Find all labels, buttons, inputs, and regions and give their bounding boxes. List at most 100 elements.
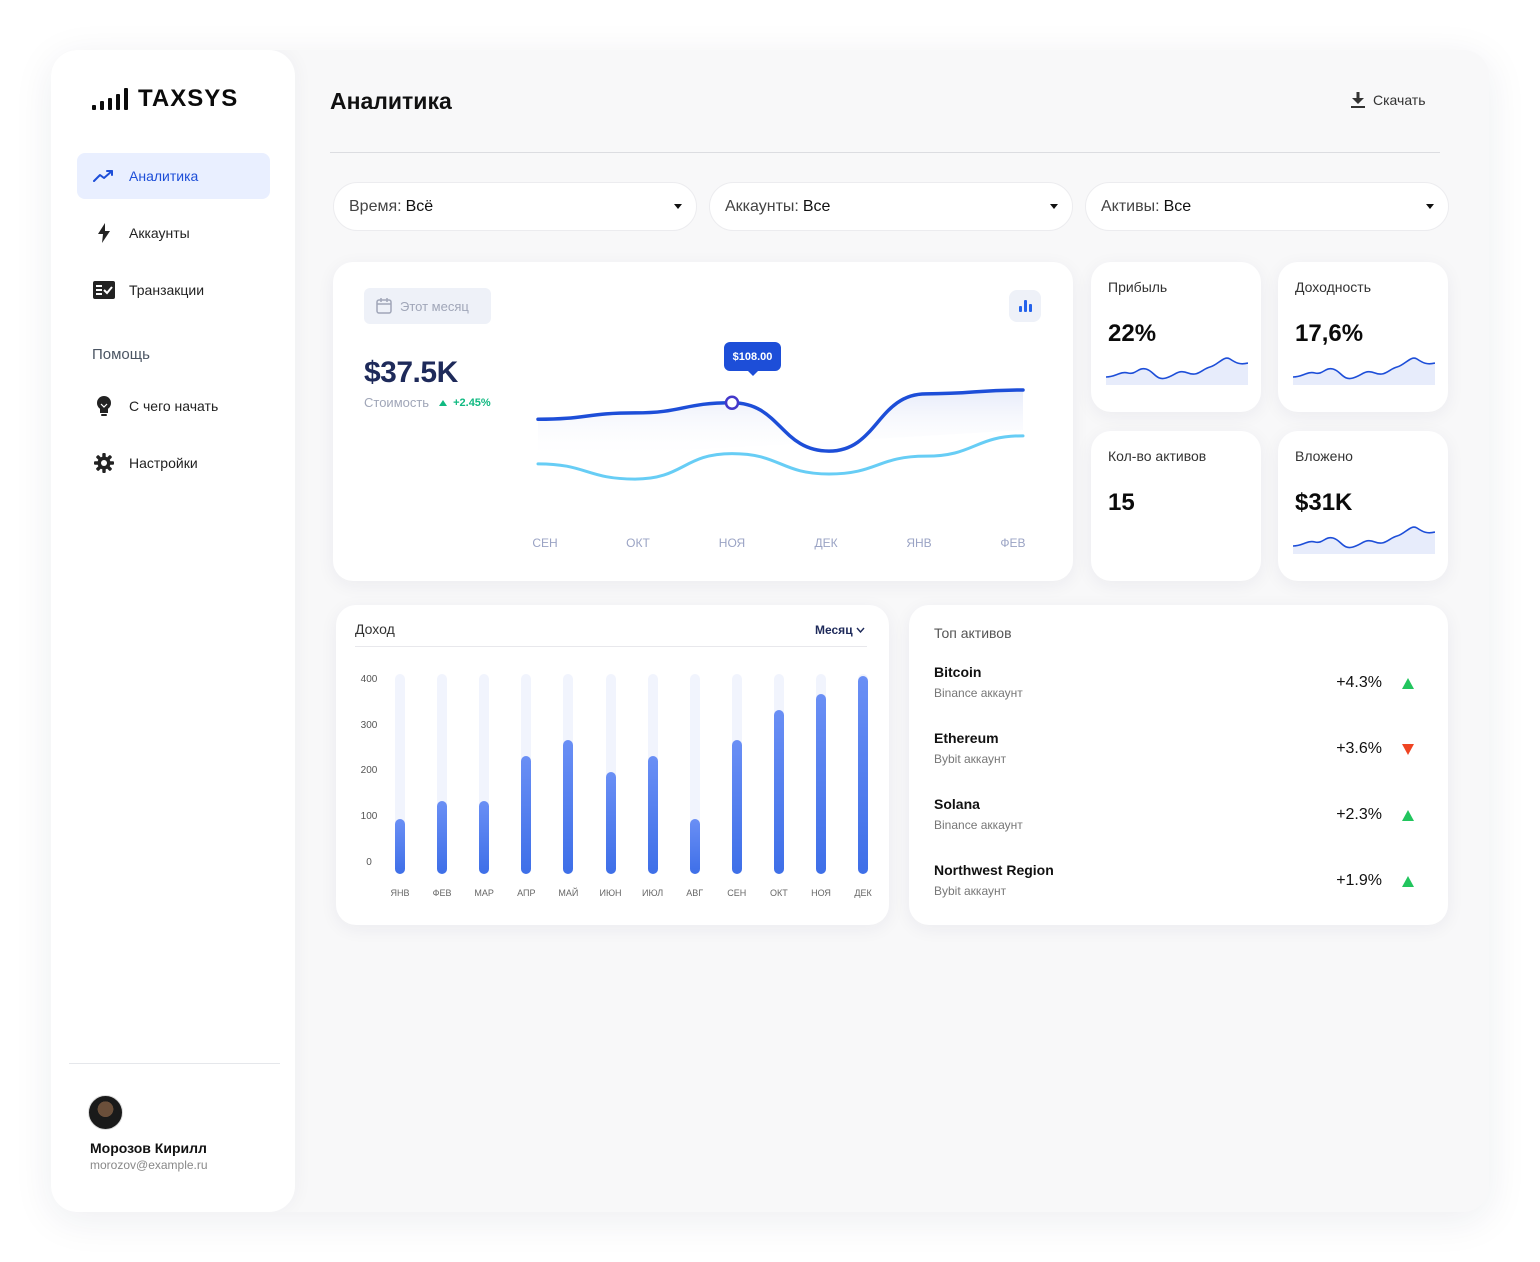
y-tick-label: 0 bbox=[366, 856, 372, 868]
list-item[interactable]: Solana Binance аккаунт +2.3% bbox=[934, 796, 1414, 836]
asset-change: +4.3% bbox=[1336, 674, 1382, 691]
bar-track bbox=[605, 674, 616, 874]
x-tick-label: ЯНВ bbox=[906, 536, 932, 550]
x-tick-label: МАР bbox=[474, 888, 494, 898]
period-select[interactable]: Месяц bbox=[815, 623, 865, 637]
x-tick-label: АВГ bbox=[686, 888, 704, 898]
user-email: morozov@example.ru bbox=[90, 1158, 208, 1172]
sidebar-item-analytics[interactable]: Аналитика bbox=[77, 153, 270, 199]
bar[interactable] bbox=[773, 710, 784, 874]
page-title: Аналитика bbox=[330, 88, 452, 114]
bar[interactable] bbox=[816, 694, 826, 874]
x-tick-label: ИЮЛ bbox=[642, 888, 664, 898]
filter-label: Активы: bbox=[1101, 197, 1160, 215]
top-assets-card: Топ активов Bitcoin Binance аккаунт +4.3… bbox=[909, 605, 1448, 925]
avatar[interactable] bbox=[88, 1095, 123, 1130]
logo[interactable]: TAXSYS bbox=[92, 87, 238, 111]
bar-track bbox=[563, 674, 574, 874]
asset-account: Bybit аккаунт bbox=[934, 752, 1007, 766]
asset-change: +1.9% bbox=[1336, 872, 1382, 889]
bar[interactable] bbox=[731, 740, 742, 874]
list-item[interactable]: Ethereum Bybit аккаунт +3.6% bbox=[934, 730, 1414, 770]
bar[interactable] bbox=[605, 772, 616, 874]
highlight-point[interactable] bbox=[724, 395, 740, 410]
bar[interactable] bbox=[395, 819, 405, 874]
lightbulb-icon bbox=[93, 395, 115, 417]
x-tick-label: ДЕК bbox=[854, 888, 872, 898]
sparkline bbox=[1293, 526, 1435, 554]
bar-track bbox=[773, 674, 784, 874]
y-tick-label: 100 bbox=[360, 811, 378, 823]
bar[interactable] bbox=[521, 756, 532, 874]
asset-name: Solana bbox=[934, 796, 980, 812]
asset-name: Ethereum bbox=[934, 730, 999, 746]
x-tick-label: ИЮН bbox=[599, 888, 622, 898]
stat-card-asset-count: Кол-во активов 15 bbox=[1091, 431, 1261, 581]
logo-bars-icon bbox=[92, 88, 128, 110]
sidebar-divider bbox=[69, 1063, 280, 1064]
bar-track bbox=[731, 674, 742, 874]
bar-track bbox=[437, 674, 448, 874]
income-title: Доход bbox=[355, 621, 395, 637]
bar-track bbox=[647, 674, 658, 874]
bar[interactable] bbox=[689, 819, 700, 874]
trend-up-icon bbox=[1402, 876, 1414, 887]
stat-label: Прибыль bbox=[1108, 279, 1168, 295]
value-line-chart bbox=[536, 388, 1025, 481]
list-item[interactable]: Bitcoin Binance аккаунт +4.3% bbox=[934, 664, 1414, 704]
income-chart-card: Доход Месяц 400 300 200 100 0 ЯНВ ФЕВ МАР АПР МАЙ… bbox=[336, 605, 889, 925]
bar[interactable] bbox=[479, 801, 490, 874]
y-tick-label: 400 bbox=[360, 674, 378, 685]
filter-assets[interactable]: Активы: Все bbox=[1085, 182, 1449, 231]
x-tick-label: ЯНВ bbox=[390, 888, 410, 898]
sidebar-item-transactions[interactable]: Транзакции bbox=[77, 267, 270, 313]
bar-track bbox=[858, 674, 869, 874]
list-item[interactable]: Northwest Region Bybit аккаунт +1.9% bbox=[934, 862, 1414, 902]
bar-track bbox=[816, 674, 826, 874]
stat-card-profit: Прибыль 22% bbox=[1091, 262, 1261, 412]
stat-value: 22% bbox=[1108, 320, 1157, 347]
asset-account: Bybit аккаунт bbox=[934, 884, 1007, 898]
sidebar-item-settings[interactable]: Настройки bbox=[77, 440, 270, 486]
trend-down-icon bbox=[1402, 744, 1414, 755]
sparkline bbox=[1106, 357, 1248, 385]
lightning-icon bbox=[93, 222, 115, 244]
checklist-icon bbox=[93, 279, 115, 301]
stat-value: $31K bbox=[1295, 489, 1353, 516]
sidebar-item-accounts[interactable]: Аккаунты bbox=[77, 210, 270, 256]
bar-track bbox=[395, 674, 405, 874]
help-section-label: Помощь bbox=[92, 346, 150, 363]
stat-label: Вложено bbox=[1295, 448, 1353, 464]
user-name: Морозов Кирилл bbox=[90, 1140, 207, 1156]
caret-down-icon bbox=[1050, 204, 1058, 209]
chart-tooltip: $108.00 bbox=[724, 342, 781, 376]
asset-change: +2.3% bbox=[1336, 806, 1382, 823]
caret-down-icon bbox=[674, 204, 682, 209]
chart-tooltip-value: $108.00 bbox=[732, 350, 773, 363]
y-tick-label: 300 bbox=[360, 719, 378, 731]
stat-value: 15 bbox=[1108, 489, 1135, 516]
sidebar-item-getting-started[interactable]: С чего начать bbox=[77, 383, 270, 429]
x-tick-label: МАЙ bbox=[558, 888, 579, 898]
bar[interactable] bbox=[437, 801, 448, 874]
bar[interactable] bbox=[563, 740, 574, 874]
bar-track bbox=[521, 674, 532, 874]
asset-name: Bitcoin bbox=[934, 664, 982, 680]
x-tick-label: ФЕВ bbox=[432, 888, 452, 898]
sidebar-item-label: С чего начать bbox=[129, 398, 219, 414]
bar[interactable] bbox=[858, 676, 869, 874]
filter-accounts[interactable]: Аккаунты: Все bbox=[709, 182, 1073, 231]
filter-label: Время: bbox=[349, 197, 402, 215]
chevron-down-icon bbox=[856, 627, 865, 633]
x-tick-label: ОКТ bbox=[770, 888, 788, 898]
filter-time[interactable]: Время: Всё bbox=[333, 182, 697, 231]
x-tick-label: АПР bbox=[517, 888, 536, 898]
trend-up-icon bbox=[1402, 810, 1414, 821]
header-divider bbox=[330, 152, 1440, 153]
bar-track bbox=[689, 674, 700, 874]
period-label: Месяц bbox=[815, 623, 853, 637]
sidebar-item-label: Аналитика bbox=[129, 168, 199, 184]
bar[interactable] bbox=[647, 756, 658, 874]
download-button[interactable]: Скачать bbox=[1351, 92, 1426, 108]
y-tick-label: 200 bbox=[360, 765, 378, 777]
